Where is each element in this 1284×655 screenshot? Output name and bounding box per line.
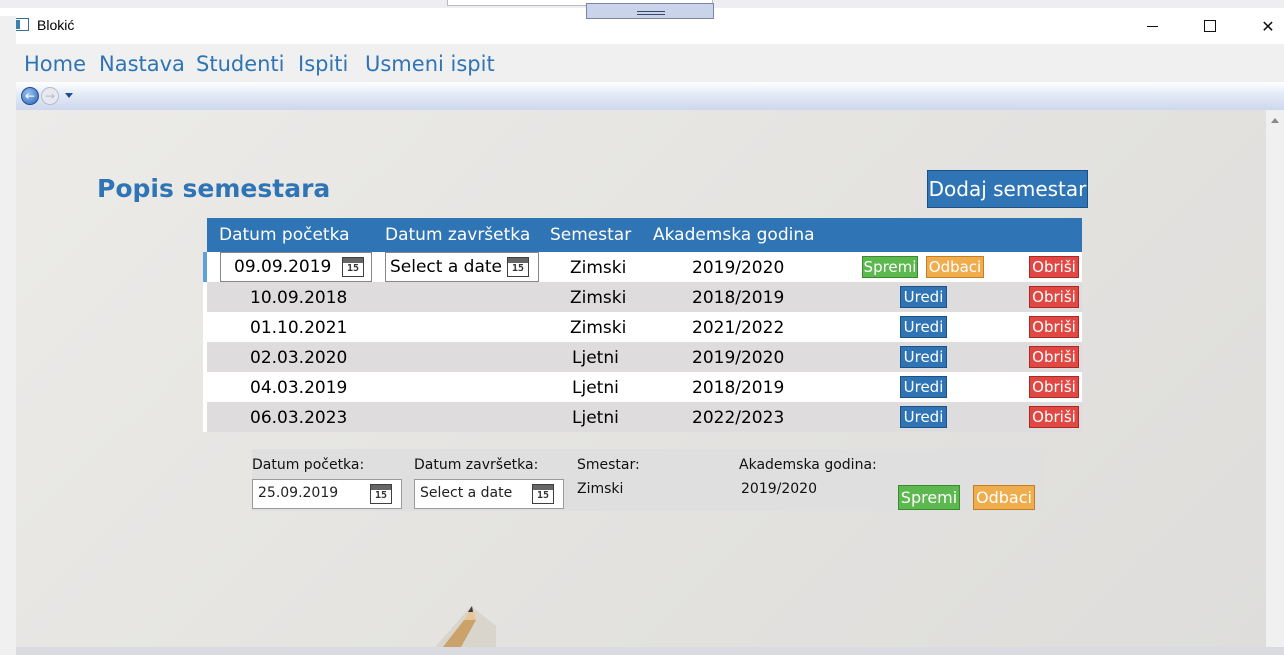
row-header bbox=[203, 402, 207, 432]
left-window-border bbox=[0, 16, 16, 655]
table-row[interactable]: 01.10.2021 Zimski 2021/2022 Uredi Obriši bbox=[203, 312, 1082, 342]
form-godina-label: Akademska godina: bbox=[739, 457, 877, 473]
edit-row-button[interactable]: Uredi bbox=[900, 286, 947, 308]
window-title: Blokić bbox=[37, 17, 75, 33]
form-godina-value[interactable]: 2019/2020 bbox=[741, 481, 817, 497]
nav-item-studenti[interactable]: Studenti bbox=[196, 52, 285, 76]
navigation-toolbar: ← → bbox=[16, 82, 1284, 110]
form-start-date-value: 25.09.2019 bbox=[258, 485, 339, 501]
nav-item-usmeni-ispit[interactable]: Usmeni ispit bbox=[365, 52, 495, 76]
history-dropdown-icon[interactable] bbox=[65, 93, 73, 98]
form-semestar-label: Smestar: bbox=[577, 457, 640, 473]
nav-item-home[interactable]: Home bbox=[24, 52, 86, 76]
cell-akademska-godina: 2018/2019 bbox=[692, 378, 785, 398]
edit-row-button[interactable]: Uredi bbox=[900, 406, 947, 428]
form-cancel-button[interactable]: Odbaci bbox=[973, 485, 1035, 510]
table-row[interactable]: 04.03.2019 Ljetni 2018/2019 Uredi Obriši bbox=[203, 372, 1082, 402]
delete-row-button[interactable]: Obriši bbox=[1029, 316, 1079, 338]
form-end-date-picker[interactable]: Select a date 15 bbox=[414, 479, 564, 509]
column-header-akademska-godina: Akademska godina bbox=[653, 225, 815, 245]
cell-semestar: Zimski bbox=[570, 258, 627, 278]
column-header-start-date: Datum početka bbox=[219, 225, 350, 245]
end-date-picker[interactable]: Select a date 15 bbox=[385, 252, 539, 282]
form-start-label: Datum početka: bbox=[252, 457, 365, 473]
edit-row-button[interactable]: Uredi bbox=[900, 316, 947, 338]
page-title: Popis semestara bbox=[97, 174, 331, 203]
cell-semestar: Zimski bbox=[570, 318, 627, 338]
scroll-up-icon[interactable] bbox=[1271, 118, 1279, 123]
close-icon: ✕ bbox=[1261, 16, 1275, 36]
window-grip-handle[interactable] bbox=[586, 3, 714, 19]
row-header bbox=[203, 312, 207, 342]
maximize-icon bbox=[1204, 20, 1216, 32]
delete-row-button[interactable]: Obriši bbox=[1029, 406, 1079, 428]
new-semester-form: Datum početka: 25.09.2019 15 Datum završ… bbox=[252, 449, 1042, 511]
table-row[interactable]: 10.09.2018 Zimski 2018/2019 Uredi Obriši bbox=[203, 282, 1082, 312]
delete-row-button[interactable]: Obriši bbox=[1029, 256, 1079, 278]
table-row[interactable]: 06.03.2023 Ljetni 2022/2023 Uredi Obriši bbox=[203, 402, 1082, 432]
cell-akademska-godina: 2019/2020 bbox=[692, 348, 785, 368]
row-indicator bbox=[203, 252, 207, 282]
cell-semestar: Zimski bbox=[570, 288, 627, 308]
delete-row-button[interactable]: Obriši bbox=[1029, 346, 1079, 368]
calendar-icon[interactable]: 15 bbox=[532, 484, 554, 504]
cell-start-date: 04.03.2019 bbox=[250, 378, 348, 398]
vertical-scrollbar[interactable] bbox=[1266, 110, 1284, 647]
table-row[interactable]: 02.03.2020 Ljetni 2019/2020 Uredi Obriši bbox=[203, 342, 1082, 372]
nav-item-nastava[interactable]: Nastava bbox=[99, 52, 185, 76]
delete-row-button[interactable]: Obriši bbox=[1029, 376, 1079, 398]
close-button[interactable]: ✕ bbox=[1239, 8, 1284, 44]
column-header-semestar: Semestar bbox=[550, 225, 632, 245]
arrow-right-icon: → bbox=[44, 89, 56, 103]
calendar-icon[interactable]: 15 bbox=[342, 257, 364, 277]
calendar-icon[interactable]: 15 bbox=[507, 257, 529, 277]
start-date-value: 09.09.2019 bbox=[234, 257, 332, 277]
forward-button[interactable]: → bbox=[41, 87, 59, 105]
row-header bbox=[203, 282, 207, 312]
column-header-end-date: Datum završetka bbox=[385, 225, 531, 245]
app-window: Blokić ✕ Home Nastava Studenti Ispiti Us… bbox=[0, 8, 1284, 655]
cell-start-date: 01.10.2021 bbox=[250, 318, 348, 338]
edit-row-button[interactable]: Uredi bbox=[900, 376, 947, 398]
cell-akademska-godina: 2022/2023 bbox=[692, 408, 785, 428]
minimize-button[interactable] bbox=[1123, 8, 1181, 44]
cell-start-date: 02.03.2020 bbox=[250, 348, 348, 368]
form-start-date-picker[interactable]: 25.09.2019 15 bbox=[252, 479, 402, 509]
cell-semestar: Ljetni bbox=[572, 408, 619, 428]
maximize-button[interactable] bbox=[1181, 8, 1239, 44]
form-end-date-placeholder: Select a date bbox=[420, 485, 513, 501]
minimize-icon bbox=[1146, 25, 1158, 27]
form-end-label: Datum završetka: bbox=[414, 457, 539, 473]
cancel-row-button[interactable]: Odbaci bbox=[926, 256, 984, 278]
start-date-picker[interactable]: 09.09.2019 15 bbox=[220, 252, 372, 282]
cell-semestar: Ljetni bbox=[572, 378, 619, 398]
edit-row-button[interactable]: Uredi bbox=[900, 346, 947, 368]
cell-start-date: 06.03.2023 bbox=[250, 408, 348, 428]
cell-semestar: Ljetni bbox=[572, 348, 619, 368]
arrow-left-icon: ← bbox=[24, 89, 36, 103]
main-nav: Home Nastava Studenti Ispiti Usmeni ispi… bbox=[16, 44, 1284, 82]
delete-row-button[interactable]: Obriši bbox=[1029, 286, 1079, 308]
table-row-editing: 09.09.2019 15 Select a date 15 Zimski 20… bbox=[203, 252, 1082, 282]
row-header bbox=[203, 372, 207, 402]
save-row-button[interactable]: Spremi bbox=[862, 256, 918, 278]
cell-start-date: 10.09.2018 bbox=[250, 288, 348, 308]
form-save-button[interactable]: Spremi bbox=[898, 485, 960, 510]
pencil-decoration bbox=[435, 606, 496, 647]
cell-akademska-godina: 2019/2020 bbox=[692, 258, 785, 278]
end-date-placeholder: Select a date bbox=[390, 257, 503, 277]
cell-akademska-godina: 2018/2019 bbox=[692, 288, 785, 308]
row-header bbox=[203, 342, 207, 372]
nav-item-ispiti[interactable]: Ispiti bbox=[298, 52, 348, 76]
cell-akademska-godina: 2021/2022 bbox=[692, 318, 785, 338]
table-header: Datum početka Datum završetka Semestar A… bbox=[207, 218, 1082, 252]
page-content: Popis semestara Dodaj semestar Datum poč… bbox=[16, 110, 1266, 647]
calendar-icon[interactable]: 15 bbox=[370, 484, 392, 504]
add-semester-button[interactable]: Dodaj semestar bbox=[927, 170, 1088, 208]
form-semestar-value[interactable]: Zimski bbox=[577, 481, 623, 497]
back-button[interactable]: ← bbox=[21, 87, 39, 105]
